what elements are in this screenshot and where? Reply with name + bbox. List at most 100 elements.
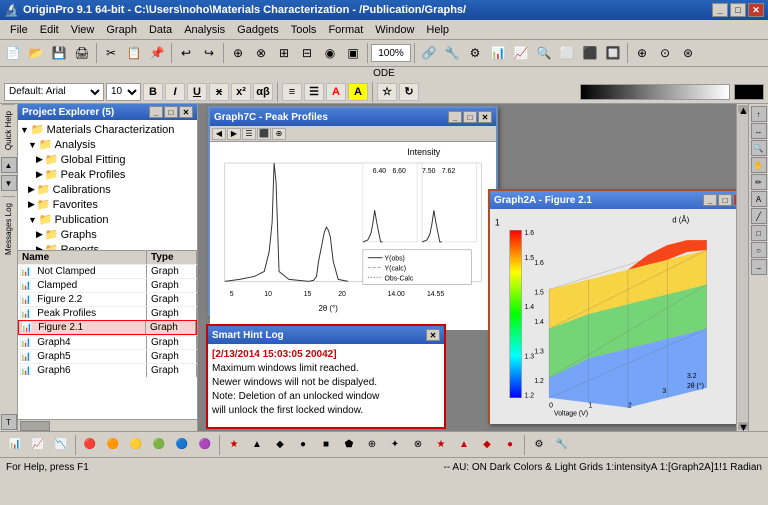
tree-node-graphs[interactable]: ▶ 📁 Graphs [20,227,195,242]
rs-tool-pan[interactable]: ✋ [751,157,767,173]
bt-u1[interactable]: ★ [223,434,245,456]
bt-u6[interactable]: ⬟ [338,434,360,456]
bt-u13[interactable]: ● [499,434,521,456]
bt-t5[interactable]: 🔵 [171,434,193,456]
bt-u3[interactable]: ◆ [269,434,291,456]
font-name-select[interactable]: Default: Arial [4,83,104,101]
scroll-arrow-down[interactable]: ▼ [738,422,748,430]
tree-node-calibrations[interactable]: ▶ 📁 Calibrations [20,182,195,197]
quick-help-tab[interactable]: Quick Help [2,104,15,156]
save-button[interactable]: 💾 [48,42,70,64]
gtb-btn5[interactable]: ⊕ [272,128,286,140]
bt-t3[interactable]: 🟡 [125,434,147,456]
pe-min-btn[interactable]: _ [149,106,163,118]
tool2[interactable]: ⊗ [250,42,272,64]
cut-button[interactable]: ✂ [100,42,122,64]
t-tool[interactable]: T [1,414,17,430]
table-row[interactable]: 📊 Graph4 Graph [18,335,197,349]
maximize-button[interactable]: □ [730,3,746,17]
menu-file[interactable]: File [4,22,34,38]
messages-tab[interactable]: Messages Log [2,196,15,261]
bt-u2[interactable]: ▲ [246,434,268,456]
tree-node-publication[interactable]: ▼ 📁 Publication [20,212,195,227]
table-row-figure21[interactable]: 📊 Figure 2.1 Graph [18,320,197,335]
superscript-button[interactable]: x² [231,83,251,101]
scrollbar-thumb-h[interactable] [20,421,50,431]
rs-tool-draw[interactable]: ✏ [751,174,767,190]
copy-button[interactable]: 📋 [123,42,145,64]
table-row[interactable]: 📊 Graph6 Graph [18,363,197,377]
align-center-button[interactable]: ☰ [304,83,324,101]
tool7[interactable]: 🔗 [418,42,440,64]
new-button[interactable]: 📄 [2,42,24,64]
menu-graph[interactable]: Graph [100,22,143,38]
tool15[interactable]: 🔲 [602,42,624,64]
menu-help[interactable]: Help [420,22,455,38]
rotate-button[interactable]: ↻ [399,83,419,101]
rs-tool-ellipse[interactable]: ○ [751,242,767,258]
minimize-button[interactable]: _ [712,3,728,17]
tree-node-materials[interactable]: ▼ 📁 Materials Characterization [20,122,195,137]
text-color-button[interactable]: A [326,83,346,101]
bt-u5[interactable]: ■ [315,434,337,456]
bt-t4[interactable]: 🟢 [148,434,170,456]
tool18[interactable]: ⊛ [677,42,699,64]
graph-7c-buttons[interactable]: _ □ ✕ [448,111,492,123]
rs-tool-zoom[interactable]: 🔍 [751,140,767,156]
highlight-button[interactable]: A [348,83,368,101]
hint-log-close-btn[interactable]: ✕ [426,329,440,341]
bold-button[interactable]: B [143,83,163,101]
menu-data[interactable]: Data [143,22,178,38]
title-bar-buttons[interactable]: _ □ ✕ [712,3,764,17]
bt-u12[interactable]: ◆ [476,434,498,456]
arrow-up-btn[interactable]: ▲ [1,157,17,173]
g7c-close-btn[interactable]: ✕ [478,111,492,123]
open-button[interactable]: 📂 [25,42,47,64]
table-row[interactable]: 📊 Graph5 Graph [18,349,197,363]
g2a-min-btn[interactable]: _ [703,194,717,206]
undo-button[interactable]: ↩ [175,42,197,64]
tool9[interactable]: ⚙ [464,42,486,64]
bt-v1[interactable]: ⚙ [528,434,550,456]
bt-t1[interactable]: 🔴 [79,434,101,456]
bt-v2[interactable]: 🔧 [551,434,573,456]
redo-button[interactable]: ↪ [198,42,220,64]
table-row[interactable]: 📊 Clamped Graph [18,278,197,292]
tool1[interactable]: ⊕ [227,42,249,64]
menu-gadgets[interactable]: Gadgets [231,22,285,38]
bt-u4[interactable]: ● [292,434,314,456]
strikethrough-button[interactable]: x [209,83,229,101]
pe-header-buttons[interactable]: _ □ ✕ [149,106,193,118]
tree-node-reports[interactable]: ▶ 📁 Reports [20,242,195,250]
tool3[interactable]: ⊞ [273,42,295,64]
tree-node-analysis[interactable]: ▼ 📁 Analysis [20,137,195,152]
bt-u11[interactable]: ▲ [453,434,475,456]
table-row[interactable]: 📊 Not Clamped Graph [18,264,197,278]
scroll-arrow-up[interactable]: ▲ [738,105,748,113]
tree-node-peak-profiles[interactable]: ▶ 📁 Peak Profiles [20,167,195,182]
pe-max-btn[interactable]: □ [164,106,178,118]
tool14[interactable]: ⬛ [579,42,601,64]
bt-t2[interactable]: 🟠 [102,434,124,456]
tool16[interactable]: ⊕ [631,42,653,64]
tool8[interactable]: 🔧 [441,42,463,64]
arrow-down-btn[interactable]: ▼ [1,175,17,191]
menu-analysis[interactable]: Analysis [178,22,231,38]
bt-open[interactable]: 📈 [27,434,49,456]
work-area-scrollbar-v[interactable]: ▲ ▼ [736,104,748,431]
g7c-max-btn[interactable]: □ [463,111,477,123]
tool10[interactable]: 📊 [487,42,509,64]
symbol-button[interactable]: ☆ [377,83,397,101]
table-row[interactable]: 📊 Peak Profiles Graph [18,306,197,320]
table-row[interactable]: 📊 Figure 2.2 Graph [18,292,197,306]
g2a-max-btn[interactable]: □ [718,194,732,206]
subscript-button[interactable]: αβ [253,83,273,101]
font-size-select[interactable]: 10 [106,83,141,101]
gtb-btn1[interactable]: ◀ [212,128,226,140]
bt-u9[interactable]: ⊗ [407,434,429,456]
bt-u8[interactable]: ✦ [384,434,406,456]
bt-t6[interactable]: 🟣 [194,434,216,456]
tool12[interactable]: 🔍 [533,42,555,64]
bt-u7[interactable]: ⊕ [361,434,383,456]
bt-u10[interactable]: ★ [430,434,452,456]
